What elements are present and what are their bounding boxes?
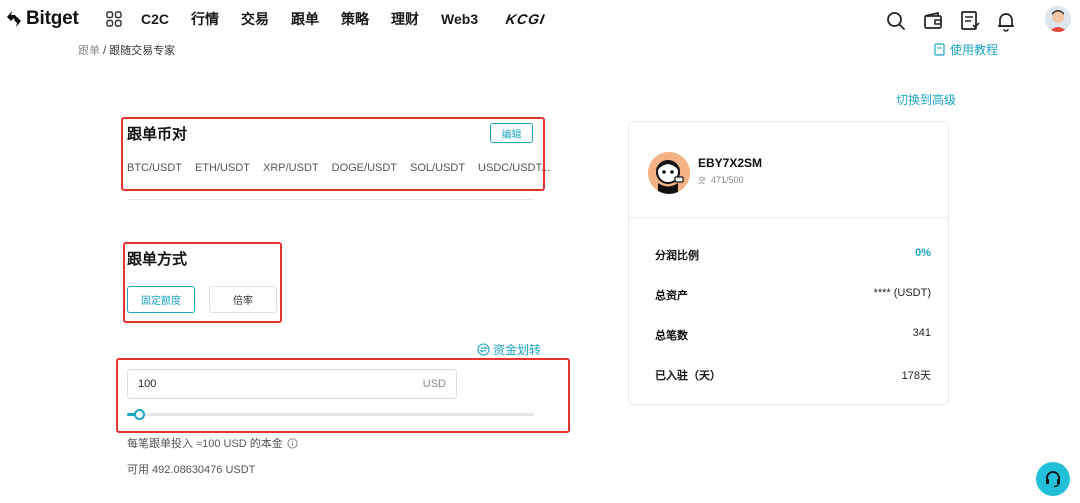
- headset-icon: [1046, 471, 1060, 488]
- trader-avatar-icon: [648, 152, 690, 194]
- bitget-logo-icon: [7, 11, 21, 27]
- info-icon[interactable]: [287, 437, 298, 449]
- trader-card: EBY7X2SM 471/500 分润比例 0% 总资产 **** (USDT)…: [628, 121, 949, 405]
- nav-item-copy-trading[interactable]: 跟单: [291, 10, 319, 28]
- transfer-icon: [477, 343, 490, 356]
- card-divider: [629, 217, 948, 218]
- stat-row-total-orders: 总笔数 341: [655, 327, 931, 343]
- highlight-box-mode: [123, 242, 282, 323]
- nav-item-web3[interactable]: Web3: [441, 10, 478, 28]
- section-divider: [127, 199, 534, 200]
- stat-value: 178天: [901, 370, 931, 382]
- document-icon: [934, 43, 945, 56]
- nav-item-strategy[interactable]: 策略: [341, 10, 369, 28]
- tutorial-label: 使用教程: [950, 43, 999, 57]
- stat-row-total-assets: 总资产 **** (USDT): [655, 287, 931, 303]
- tutorial-link[interactable]: 使用教程: [934, 41, 998, 58]
- breadcrumb: 跟单 / 跟随交易专家: [78, 42, 175, 58]
- stat-label: 已入驻（天）: [655, 370, 721, 382]
- breadcrumb-separator: /: [100, 45, 110, 57]
- nav-item-trade[interactable]: 交易: [241, 10, 269, 28]
- breadcrumb-root[interactable]: 跟单: [78, 45, 100, 57]
- stat-row-days-joined: 已入驻（天） 178天: [655, 367, 931, 383]
- follower-count: 471/500: [698, 175, 744, 185]
- per-order-text: 每笔跟单投入 ≈100 USD 的本金: [127, 438, 283, 450]
- stat-label: 分润比例: [655, 250, 699, 262]
- top-header: Bitget C2C 行情 交易 跟单 策略 理财 Web3 KCGI: [0, 0, 1080, 38]
- logo-text: Bitget: [26, 8, 79, 29]
- per-order-note: 每笔跟单投入 ≈100 USD 的本金: [127, 435, 298, 451]
- notification-bell-icon[interactable]: [994, 9, 1018, 33]
- stat-value: 341: [912, 327, 931, 339]
- user-avatar[interactable]: [1045, 6, 1071, 32]
- orders-icon[interactable]: [958, 9, 982, 33]
- fund-transfer-link[interactable]: 资金划转: [477, 341, 541, 358]
- breadcrumb-current: 跟随交易专家: [109, 45, 176, 57]
- user-avatar-icon: [1045, 6, 1071, 32]
- apps-grid-icon[interactable]: [106, 11, 122, 27]
- main-nav: C2C 行情 交易 跟单 策略 理财 Web3 KCGI: [141, 10, 547, 28]
- nav-item-c2c[interactable]: C2C: [141, 10, 169, 28]
- stat-label: 总资产: [655, 290, 688, 302]
- bitget-logo[interactable]: Bitget: [6, 8, 79, 30]
- wallet-icon[interactable]: [921, 9, 945, 33]
- nav-item-markets[interactable]: 行情: [191, 10, 219, 28]
- nav-item-earn[interactable]: 理财: [391, 10, 419, 28]
- stat-value: **** (USDT): [873, 287, 931, 299]
- fund-transfer-label: 资金划转: [493, 343, 542, 357]
- trader-name[interactable]: EBY7X2SM: [698, 156, 762, 170]
- followers-icon: [698, 176, 706, 185]
- search-icon[interactable]: [884, 9, 908, 33]
- follower-count-value: 471/500: [711, 175, 744, 185]
- stat-label: 总笔数: [655, 330, 688, 342]
- available-balance: 可用 492.08630476 USDT: [127, 464, 256, 476]
- switch-advanced-link[interactable]: 切换到高级: [896, 91, 956, 108]
- highlight-box-pairs: [121, 117, 545, 191]
- kcgi-event-link[interactable]: KCGI: [505, 11, 547, 27]
- stat-value: 0%: [915, 247, 931, 259]
- stat-row-profit-share: 分润比例 0%: [655, 247, 931, 263]
- highlight-box-amount: [116, 358, 570, 433]
- trader-avatar[interactable]: [648, 152, 690, 194]
- customer-support-button[interactable]: [1036, 462, 1070, 496]
